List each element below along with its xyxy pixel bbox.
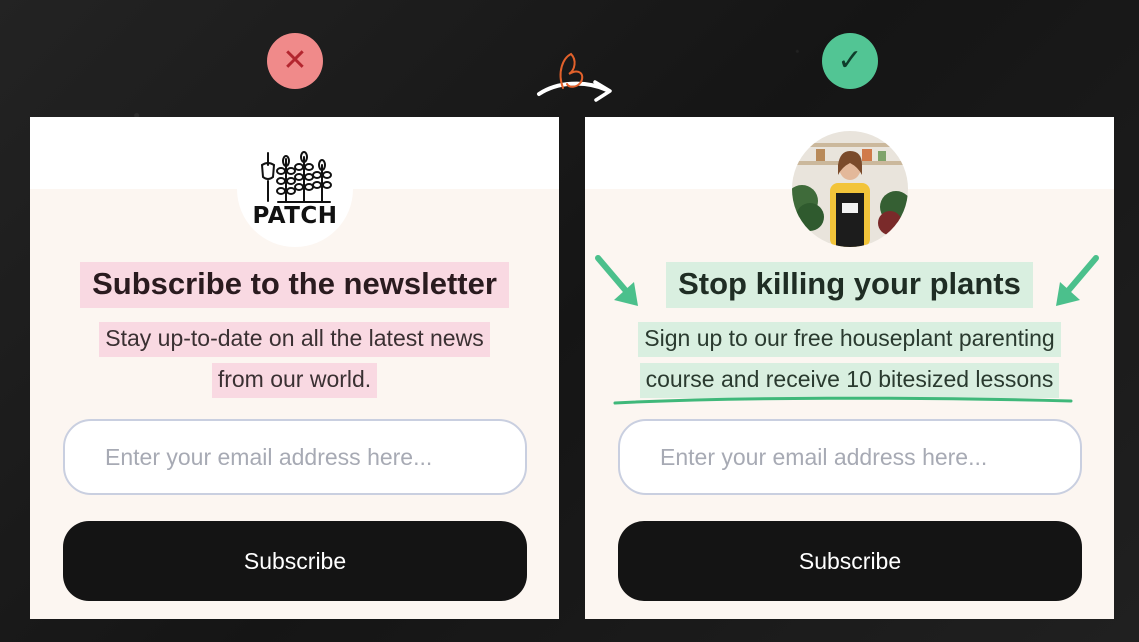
arrow-doodle-icon xyxy=(537,52,612,102)
email-field[interactable] xyxy=(618,419,1082,495)
subscribe-button[interactable]: Subscribe xyxy=(63,521,527,601)
email-input[interactable] xyxy=(658,442,1042,472)
card-subline-2: course and receive 10 bitesized lessons xyxy=(585,363,1114,398)
garden-tools-icon xyxy=(260,151,332,203)
email-field[interactable] xyxy=(63,419,527,495)
check-icon: ✓ xyxy=(837,43,863,78)
presenter-avatar xyxy=(792,131,908,247)
arrow-down-left-icon xyxy=(1056,255,1099,306)
subline-text: Stay up-to-date on all the latest news xyxy=(99,322,490,357)
close-icon: ✕ xyxy=(282,43,308,78)
logo-wordmark: PATCH xyxy=(252,203,338,229)
patch-logo: PATCH xyxy=(237,131,353,247)
card-subline-2: from our world. xyxy=(30,363,559,398)
newsletter-card-good: Stop killing your plants Sign up to our … xyxy=(585,117,1114,619)
card-headline: Subscribe to the newsletter xyxy=(30,262,559,308)
person-photo-icon xyxy=(792,131,908,247)
subline-text: course and receive 10 bitesized lessons xyxy=(639,363,1060,398)
subline-text: Sign up to our free houseplant parenting xyxy=(638,322,1061,357)
card-headline: Stop killing your plants xyxy=(585,262,1114,308)
subscribe-button[interactable]: Subscribe xyxy=(618,521,1082,601)
newsletter-card-bad: PATCH Subscribe to the newsletter Stay u… xyxy=(30,117,559,619)
subline-text: from our world. xyxy=(211,363,378,398)
wrong-badge: ✕ xyxy=(267,33,323,89)
headline-text: Stop killing your plants xyxy=(666,262,1033,308)
email-input[interactable] xyxy=(103,442,487,472)
card-subline-1: Stay up-to-date on all the latest news xyxy=(30,322,559,357)
underline-stroke-icon xyxy=(613,396,1073,405)
headline-text: Subscribe to the newsletter xyxy=(80,262,509,308)
arrow-down-right-icon xyxy=(595,255,638,306)
right-badge: ✓ xyxy=(822,33,878,89)
card-subline-1: Sign up to our free houseplant parenting xyxy=(585,322,1114,357)
